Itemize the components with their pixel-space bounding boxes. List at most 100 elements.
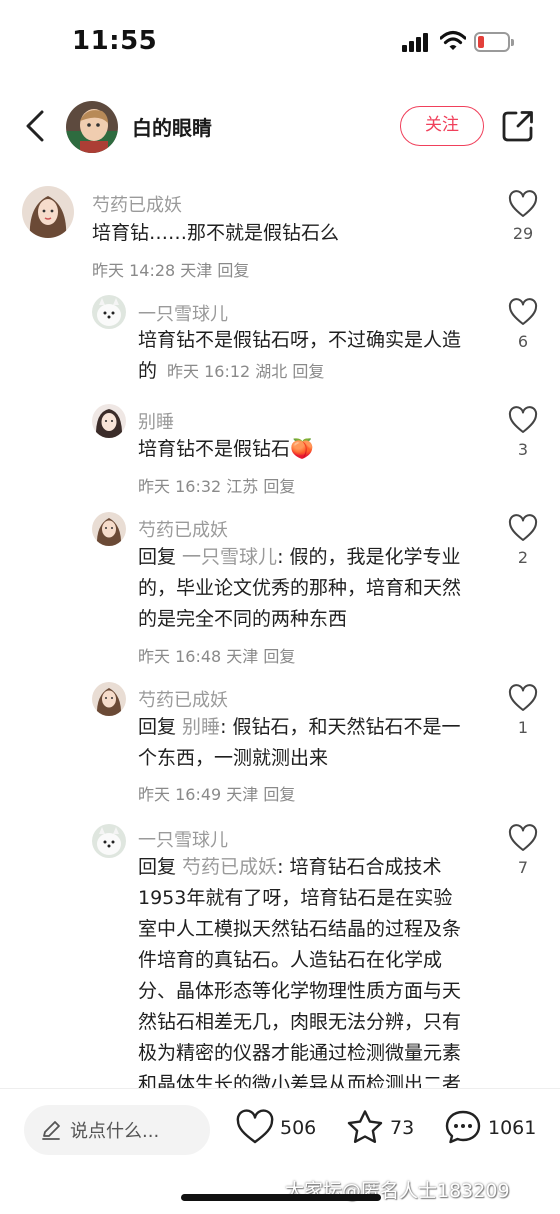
heart-icon: [508, 190, 538, 217]
commenter-name[interactable]: 芍药已成妖: [138, 516, 228, 542]
like-count: 29: [512, 224, 534, 243]
like-post-button[interactable]: 506: [236, 1109, 326, 1149]
favorite-button[interactable]: 73: [346, 1109, 426, 1149]
comment-meta[interactable]: 昨天 16:32 江苏 回复: [138, 473, 295, 497]
like-button[interactable]: [508, 406, 538, 434]
status-bar: 11:55: [0, 0, 560, 84]
star-icon: [347, 1110, 383, 1143]
comment-line: 然钻石相差无几，肉眼无法分辨，只有: [138, 1011, 462, 1033]
like-button[interactable]: [508, 514, 538, 542]
comment-meta[interactable]: 昨天 16:49 天津 回复: [138, 781, 295, 805]
commenter-avatar[interactable]: [22, 186, 74, 238]
commenter-avatar[interactable]: [92, 404, 126, 438]
like-button[interactable]: [508, 684, 538, 712]
comment-line: 假的，我是化学专业: [289, 546, 461, 568]
home-indicator[interactable]: [181, 1194, 381, 1201]
reply-prefix: 回复: [138, 716, 183, 738]
commenter-avatar[interactable]: [92, 295, 126, 329]
comment-count: 1061: [488, 1117, 537, 1139]
like-count: 506: [280, 1117, 317, 1139]
bottom-action-bar: 说点什么... 506 73 1061: [0, 1089, 560, 1179]
battery-level: [478, 36, 485, 48]
follow-button[interactable]: 关注: [400, 106, 484, 146]
comment-line: 培育钻不是假钻石呀，不过确实是人造: [138, 329, 462, 351]
comment-meta[interactable]: 昨天 14:28 天津 回复: [92, 257, 249, 281]
comment-line: 分、晶体形态等化学物理性质方面与天: [138, 980, 462, 1002]
heart-icon: [508, 406, 538, 433]
comment-bubble-icon: [445, 1110, 481, 1144]
status-time: 11:55: [72, 26, 158, 56]
reply-separator: :: [220, 716, 233, 738]
reply-item: 别睡 培育钻不是假钻石🍑 昨天 16:32 江苏 回复 3: [0, 398, 560, 506]
commenter-name[interactable]: 芍药已成妖: [138, 686, 228, 712]
comment-line: 培育钻石合成技术: [289, 856, 442, 878]
heart-icon: [236, 1109, 274, 1144]
like-button[interactable]: [508, 190, 538, 218]
comment-line: 的，毕业论文优秀的那种，培育和天然: [138, 577, 462, 599]
comment-text: 培育钻不是假钻石呀，不过确实是人造 的昨天 16:12 湖北 回复: [138, 325, 488, 387]
comment-meta[interactable]: 昨天 16:48 天津 回复: [138, 643, 295, 667]
comment-item: 芍药已成妖 培育钻……那不就是假钻石么 昨天 14:28 天津 回复 29: [0, 178, 560, 290]
reply-item: 芍药已成妖 回复 别睡: 假钻石，和天然钻石不是一 个东西，一测就测出来 昨天 …: [0, 676, 560, 816]
heart-icon: [508, 824, 538, 851]
reply-item: 芍药已成妖 回复 一只雪球儿: 假的，我是化学专业 的，毕业论文优秀的那种，培育…: [0, 506, 560, 676]
reply-item: 一只雪球儿 回复 芍药已成妖: 培育钻石合成技术 1953年就有了呀，培育钻石是…: [0, 816, 560, 1088]
reply-to-user[interactable]: 芍药已成妖: [182, 856, 277, 878]
reply-separator: :: [277, 546, 290, 568]
commenter-avatar[interactable]: [92, 682, 126, 716]
like-button[interactable]: [508, 298, 538, 326]
comment-line: 的是完全不同的两种东西: [138, 608, 348, 630]
reply-prefix: 回复: [138, 546, 183, 568]
commenter-name[interactable]: 别睡: [138, 408, 174, 434]
comment-meta[interactable]: 昨天 16:12 湖北 回复: [167, 362, 324, 381]
heart-icon: [508, 684, 538, 711]
commenter-name[interactable]: 一只雪球儿: [138, 300, 228, 326]
like-count: 6: [517, 332, 529, 351]
comment-input-placeholder: 说点什么...: [70, 1121, 160, 1142]
comment-line: 培育钻……那不就是假钻石么: [92, 222, 340, 244]
comment-line: 室中人工模拟天然钻石结晶的过程及条: [138, 918, 462, 940]
comment-text: 回复 一只雪球儿: 假的，我是化学专业 的，毕业论文优秀的那种，培育和天然 的是…: [138, 542, 498, 635]
commenter-avatar[interactable]: [92, 824, 126, 858]
comment-line: 培育钻不是假钻石: [138, 438, 291, 460]
reply-item: 一只雪球儿 培育钻不是假钻石呀，不过确实是人造 的昨天 16:12 湖北 回复 …: [0, 290, 560, 398]
like-button[interactable]: [508, 824, 538, 852]
back-arrow-icon[interactable]: [18, 106, 54, 146]
pencil-icon: [42, 1121, 60, 1140]
like-count: 2: [517, 548, 529, 567]
favorite-count: 73: [390, 1117, 415, 1139]
comment-line: 和晶体生长的微小差异从而检测出二者: [138, 1073, 462, 1088]
battery-icon: [474, 32, 514, 52]
author-avatar[interactable]: [66, 101, 118, 153]
author-name: 白的眼睛: [132, 116, 212, 140]
heart-icon: [508, 514, 538, 541]
comment-text: 回复 别睡: 假钻石，和天然钻石不是一 个东西，一测就测出来: [138, 712, 498, 774]
cellular-signal-icon: [402, 32, 432, 52]
like-count: 1: [517, 718, 529, 737]
comment-text: 培育钻不是假钻石🍑: [138, 434, 488, 465]
peach-emoji-icon: 🍑: [290, 438, 314, 460]
comments-button[interactable]: 1061: [444, 1109, 544, 1149]
comment-line: 的: [138, 360, 158, 382]
heart-icon: [508, 298, 538, 325]
comment-line: 1953年就有了呀，培育钻石是在实验: [138, 887, 453, 909]
reply-to-user[interactable]: 别睡: [182, 716, 220, 738]
like-count: 7: [517, 858, 529, 877]
comment-input[interactable]: 说点什么...: [24, 1105, 210, 1155]
share-icon[interactable]: [500, 108, 536, 144]
comment-text: 回复 芍药已成妖: 培育钻石合成技术 1953年就有了呀，培育钻石是在实验 室中…: [138, 852, 498, 1088]
commenter-name[interactable]: 芍药已成妖: [92, 191, 182, 217]
commenter-avatar[interactable]: [92, 512, 126, 546]
comment-line: 件培育的真钻石。人造钻石在化学成: [138, 949, 443, 971]
header: 白的眼睛 关注: [0, 90, 560, 162]
wifi-icon: [440, 30, 466, 50]
commenter-name[interactable]: 一只雪球儿: [138, 826, 228, 852]
comment-line: 个东西，一测就测出来: [138, 747, 329, 769]
reply-prefix: 回复: [138, 856, 183, 878]
reply-separator: :: [277, 856, 290, 878]
comment-line: 极为精密的仪器才能通过检测微量元素: [138, 1042, 462, 1064]
reply-to-user[interactable]: 一只雪球儿: [182, 546, 277, 568]
comment-list: 芍药已成妖 培育钻……那不就是假钻石么 昨天 14:28 天津 回复 29 一只…: [0, 178, 560, 1088]
comment-text: 培育钻……那不就是假钻石么: [92, 218, 472, 249]
like-count: 3: [517, 440, 529, 459]
